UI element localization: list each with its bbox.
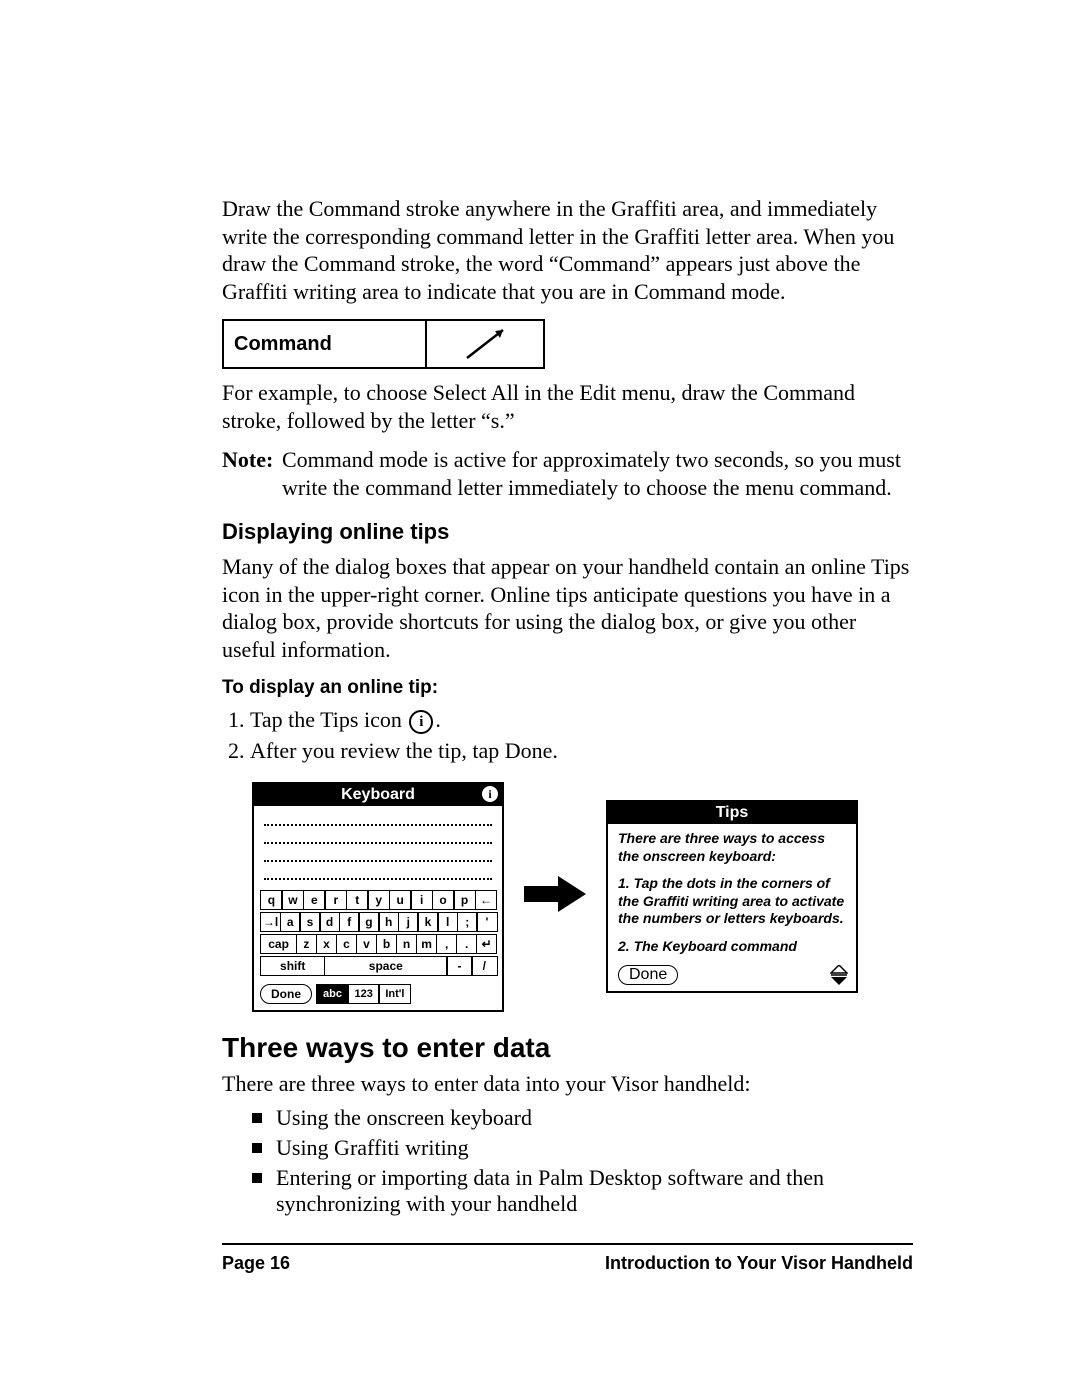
tips-corner-icon[interactable]: i [482,786,498,802]
list-item: Using Graffiti writing [252,1135,913,1161]
shift-key[interactable]: shift [260,956,325,976]
key[interactable]: w [281,890,304,910]
page-footer: Page 16 Introduction to Your Visor Handh… [222,1243,913,1274]
key[interactable]: l [437,912,458,932]
key[interactable]: / [471,956,497,976]
cap-key[interactable]: cap [260,934,297,954]
backspace-key[interactable]: ← [475,890,498,910]
key[interactable]: z [296,934,318,954]
mode-intl[interactable]: Int'l [378,984,411,1004]
key[interactable]: b [376,934,398,954]
key[interactable]: t [346,890,369,910]
key[interactable]: i [410,890,433,910]
keyboard-dialog: Keyboard i q w e r t y u i o p ← [252,782,504,1012]
key[interactable]: ' [476,912,497,932]
command-stroke-figure: Command [222,319,913,369]
step-1-pre: Tap the Tips icon [250,707,407,732]
three-ways-list: Using the onscreen keyboard Using Graffi… [222,1105,913,1217]
step-2-text: After you review the tip, tap Done. [250,738,558,763]
step-1-post: . [435,707,441,732]
section-heading-three-ways: Three ways to enter data [222,1032,913,1064]
document-page: Draw the Command stroke anywhere in the … [0,0,1080,1397]
key[interactable]: , [436,934,458,954]
key[interactable]: v [356,934,378,954]
key[interactable]: . [456,934,478,954]
tips-done-button[interactable]: Done [618,965,678,985]
key[interactable]: c [336,934,358,954]
section-heading-tips: Displaying online tips [222,519,913,545]
steps-list: Tap the Tips icon i. After you review th… [222,707,913,764]
tips-body: There are three ways to access the onscr… [608,824,856,965]
key[interactable]: j [398,912,419,932]
keyboard-keys[interactable]: q w e r t y u i o p ← →l a s d f [254,886,502,980]
key[interactable]: o [432,890,455,910]
enter-key[interactable]: ↵ [476,934,498,954]
tips-line-3: 2. The Keyboard command [618,938,848,956]
keyboard-done-button[interactable]: Done [260,984,312,1004]
note-text: Command mode is active for approximately… [282,446,913,501]
mode-123[interactable]: 123 [347,984,379,1004]
key[interactable]: y [367,890,390,910]
tab-key[interactable]: →l [260,912,281,932]
keyboard-mode-selector[interactable]: abc 123 Int'l [316,984,410,1004]
footer-chapter-title: Introduction to Your Visor Handheld [605,1253,913,1274]
example-paragraph: For example, to choose Select All in the… [222,379,913,434]
key[interactable]: a [280,912,301,932]
three-ways-intro: There are three ways to enter data into … [222,1070,913,1098]
key[interactable]: s [299,912,320,932]
key[interactable]: h [378,912,399,932]
step-1: Tap the Tips icon i. [250,707,913,734]
key[interactable]: g [358,912,379,932]
key[interactable]: m [416,934,438,954]
key[interactable]: r [324,890,347,910]
key[interactable]: f [339,912,360,932]
step-2: After you review the tip, tap Done. [250,738,913,764]
keyboard-textarea[interactable] [254,806,502,886]
list-item: Using the onscreen keyboard [252,1105,913,1131]
key[interactable]: d [319,912,340,932]
scroll-indicator-icon[interactable] [830,965,848,985]
key[interactable]: u [389,890,412,910]
intro-paragraph: Draw the Command stroke anywhere in the … [222,195,913,305]
tips-paragraph: Many of the dialog boxes that appear on … [222,553,913,663]
key[interactable]: n [396,934,418,954]
tips-icon: i [409,710,433,734]
tips-figure: Keyboard i q w e r t y u i o p ← [252,782,913,1012]
tips-titlebar: Tips [608,802,856,824]
footer-page-number: Page 16 [222,1253,290,1274]
keyboard-titlebar: Keyboard i [254,784,502,806]
key[interactable]: x [316,934,338,954]
note-block: Note: Command mode is active for approxi… [222,446,913,501]
key[interactable]: q [260,890,283,910]
subheading-display-tip: To display an online tip: [222,677,913,699]
command-box-label: Command [222,319,427,369]
keyboard-title: Keyboard [341,786,415,803]
space-key[interactable]: space [324,956,448,976]
note-label: Note: [222,446,282,501]
arrow-right-icon [524,874,586,919]
tips-title: Tips [716,804,749,821]
list-item: Entering or importing data in Palm Deskt… [252,1165,913,1217]
tips-line-2: 1. Tap the dots in the corners of the Gr… [618,875,848,928]
mode-abc[interactable]: abc [316,984,349,1004]
key[interactable]: - [446,956,472,976]
tips-line-1: There are three ways to access the onscr… [618,830,848,865]
tips-dialog: Tips There are three ways to access the … [606,800,858,993]
key[interactable]: ; [457,912,478,932]
command-stroke-icon [425,319,545,369]
key[interactable]: p [453,890,476,910]
key[interactable]: k [417,912,438,932]
key[interactable]: e [303,890,326,910]
